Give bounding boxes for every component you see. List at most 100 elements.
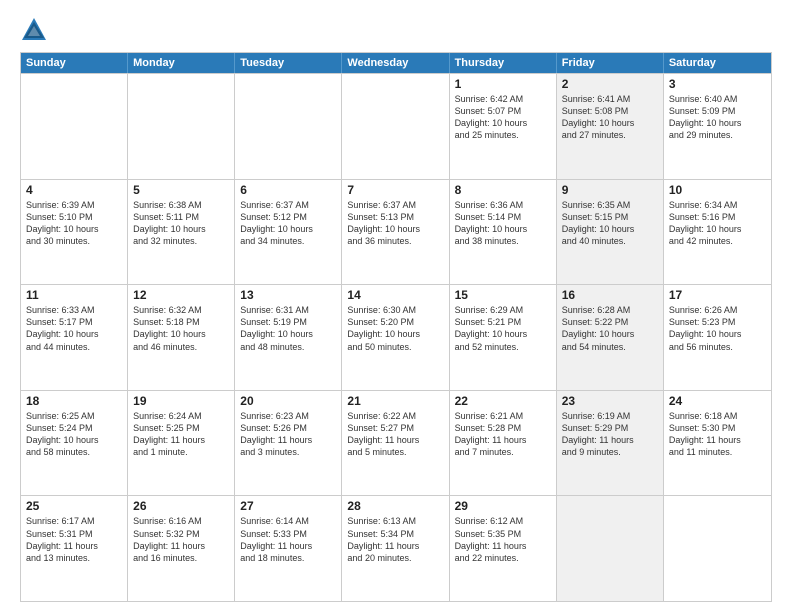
cell-line: Sunset: 5:07 PM xyxy=(455,105,551,117)
day-number: 15 xyxy=(455,288,551,302)
cal-cell-5-6 xyxy=(557,496,664,601)
cell-line: and 27 minutes. xyxy=(562,129,658,141)
calendar: SundayMondayTuesdayWednesdayThursdayFrid… xyxy=(20,52,772,602)
cal-cell-1-5: 1Sunrise: 6:42 AMSunset: 5:07 PMDaylight… xyxy=(450,74,557,179)
day-number: 19 xyxy=(133,394,229,408)
day-number: 2 xyxy=(562,77,658,91)
cell-line: Sunrise: 6:19 AM xyxy=(562,410,658,422)
cell-line: Sunrise: 6:22 AM xyxy=(347,410,443,422)
cell-line: and 18 minutes. xyxy=(240,552,336,564)
cell-line: Daylight: 10 hours xyxy=(347,328,443,340)
cell-line: Sunset: 5:11 PM xyxy=(133,211,229,223)
cell-line: Daylight: 10 hours xyxy=(562,223,658,235)
header-day-sunday: Sunday xyxy=(21,53,128,73)
cell-line: Sunrise: 6:13 AM xyxy=(347,515,443,527)
cal-cell-3-3: 13Sunrise: 6:31 AMSunset: 5:19 PMDayligh… xyxy=(235,285,342,390)
cal-cell-3-4: 14Sunrise: 6:30 AMSunset: 5:20 PMDayligh… xyxy=(342,285,449,390)
cell-line: and 46 minutes. xyxy=(133,341,229,353)
cell-line: Sunset: 5:26 PM xyxy=(240,422,336,434)
cell-line: Sunrise: 6:28 AM xyxy=(562,304,658,316)
cell-line: Sunrise: 6:29 AM xyxy=(455,304,551,316)
cell-line: Daylight: 10 hours xyxy=(455,328,551,340)
cell-line: Sunset: 5:27 PM xyxy=(347,422,443,434)
cell-line: Daylight: 11 hours xyxy=(562,434,658,446)
cell-line: Sunrise: 6:40 AM xyxy=(669,93,766,105)
day-number: 23 xyxy=(562,394,658,408)
cell-line: Sunset: 5:12 PM xyxy=(240,211,336,223)
week-row-2: 4Sunrise: 6:39 AMSunset: 5:10 PMDaylight… xyxy=(21,179,771,285)
day-number: 1 xyxy=(455,77,551,91)
cell-line: Daylight: 11 hours xyxy=(347,434,443,446)
cell-line: Daylight: 10 hours xyxy=(669,117,766,129)
cal-cell-4-1: 18Sunrise: 6:25 AMSunset: 5:24 PMDayligh… xyxy=(21,391,128,496)
day-number: 5 xyxy=(133,183,229,197)
day-number: 26 xyxy=(133,499,229,513)
day-number: 12 xyxy=(133,288,229,302)
cell-line: and 58 minutes. xyxy=(26,446,122,458)
cal-cell-1-6: 2Sunrise: 6:41 AMSunset: 5:08 PMDaylight… xyxy=(557,74,664,179)
cell-line: Sunrise: 6:30 AM xyxy=(347,304,443,316)
cell-line: and 56 minutes. xyxy=(669,341,766,353)
cal-cell-4-4: 21Sunrise: 6:22 AMSunset: 5:27 PMDayligh… xyxy=(342,391,449,496)
day-number: 8 xyxy=(455,183,551,197)
cal-cell-4-7: 24Sunrise: 6:18 AMSunset: 5:30 PMDayligh… xyxy=(664,391,771,496)
day-number: 16 xyxy=(562,288,658,302)
cal-cell-1-4 xyxy=(342,74,449,179)
cal-cell-5-2: 26Sunrise: 6:16 AMSunset: 5:32 PMDayligh… xyxy=(128,496,235,601)
cal-cell-5-5: 29Sunrise: 6:12 AMSunset: 5:35 PMDayligh… xyxy=(450,496,557,601)
cell-line: Daylight: 10 hours xyxy=(26,328,122,340)
cell-line: Sunset: 5:29 PM xyxy=(562,422,658,434)
cal-cell-2-6: 9Sunrise: 6:35 AMSunset: 5:15 PMDaylight… xyxy=(557,180,664,285)
day-number: 17 xyxy=(669,288,766,302)
cell-line: Sunset: 5:34 PM xyxy=(347,528,443,540)
cell-line: Sunrise: 6:23 AM xyxy=(240,410,336,422)
cell-line: Sunset: 5:31 PM xyxy=(26,528,122,540)
cell-line: Sunset: 5:18 PM xyxy=(133,316,229,328)
day-number: 7 xyxy=(347,183,443,197)
cell-line: Sunset: 5:22 PM xyxy=(562,316,658,328)
cell-line: Sunset: 5:24 PM xyxy=(26,422,122,434)
cell-line: and 32 minutes. xyxy=(133,235,229,247)
day-number: 10 xyxy=(669,183,766,197)
cell-line: Sunrise: 6:37 AM xyxy=(240,199,336,211)
cell-line: Sunset: 5:35 PM xyxy=(455,528,551,540)
logo-icon xyxy=(20,16,48,44)
calendar-page: SundayMondayTuesdayWednesdayThursdayFrid… xyxy=(0,0,792,612)
cell-line: Sunrise: 6:25 AM xyxy=(26,410,122,422)
header-day-saturday: Saturday xyxy=(664,53,771,73)
cell-line: and 7 minutes. xyxy=(455,446,551,458)
cell-line: and 29 minutes. xyxy=(669,129,766,141)
day-number: 18 xyxy=(26,394,122,408)
day-number: 20 xyxy=(240,394,336,408)
cell-line: and 16 minutes. xyxy=(133,552,229,564)
cell-line: and 20 minutes. xyxy=(347,552,443,564)
cell-line: and 3 minutes. xyxy=(240,446,336,458)
cell-line: Sunrise: 6:39 AM xyxy=(26,199,122,211)
cell-line: Sunset: 5:21 PM xyxy=(455,316,551,328)
cell-line: Sunrise: 6:16 AM xyxy=(133,515,229,527)
cell-line: Sunset: 5:10 PM xyxy=(26,211,122,223)
header-day-friday: Friday xyxy=(557,53,664,73)
cell-line: Sunrise: 6:33 AM xyxy=(26,304,122,316)
cal-cell-3-1: 11Sunrise: 6:33 AMSunset: 5:17 PMDayligh… xyxy=(21,285,128,390)
cell-line: Sunset: 5:30 PM xyxy=(669,422,766,434)
cell-line: Sunrise: 6:18 AM xyxy=(669,410,766,422)
cal-cell-1-3 xyxy=(235,74,342,179)
cell-line: and 48 minutes. xyxy=(240,341,336,353)
cal-cell-2-5: 8Sunrise: 6:36 AMSunset: 5:14 PMDaylight… xyxy=(450,180,557,285)
cal-cell-4-3: 20Sunrise: 6:23 AMSunset: 5:26 PMDayligh… xyxy=(235,391,342,496)
cell-line: and 36 minutes. xyxy=(347,235,443,247)
cell-line: Daylight: 10 hours xyxy=(347,223,443,235)
header-day-wednesday: Wednesday xyxy=(342,53,449,73)
cell-line: Sunrise: 6:14 AM xyxy=(240,515,336,527)
week-row-5: 25Sunrise: 6:17 AMSunset: 5:31 PMDayligh… xyxy=(21,495,771,601)
cell-line: Sunset: 5:19 PM xyxy=(240,316,336,328)
cal-cell-3-6: 16Sunrise: 6:28 AMSunset: 5:22 PMDayligh… xyxy=(557,285,664,390)
cell-line: Sunset: 5:25 PM xyxy=(133,422,229,434)
header-day-monday: Monday xyxy=(128,53,235,73)
cell-line: Sunset: 5:14 PM xyxy=(455,211,551,223)
cell-line: and 50 minutes. xyxy=(347,341,443,353)
cell-line: Daylight: 11 hours xyxy=(240,540,336,552)
cell-line: Sunrise: 6:21 AM xyxy=(455,410,551,422)
cell-line: Sunrise: 6:34 AM xyxy=(669,199,766,211)
